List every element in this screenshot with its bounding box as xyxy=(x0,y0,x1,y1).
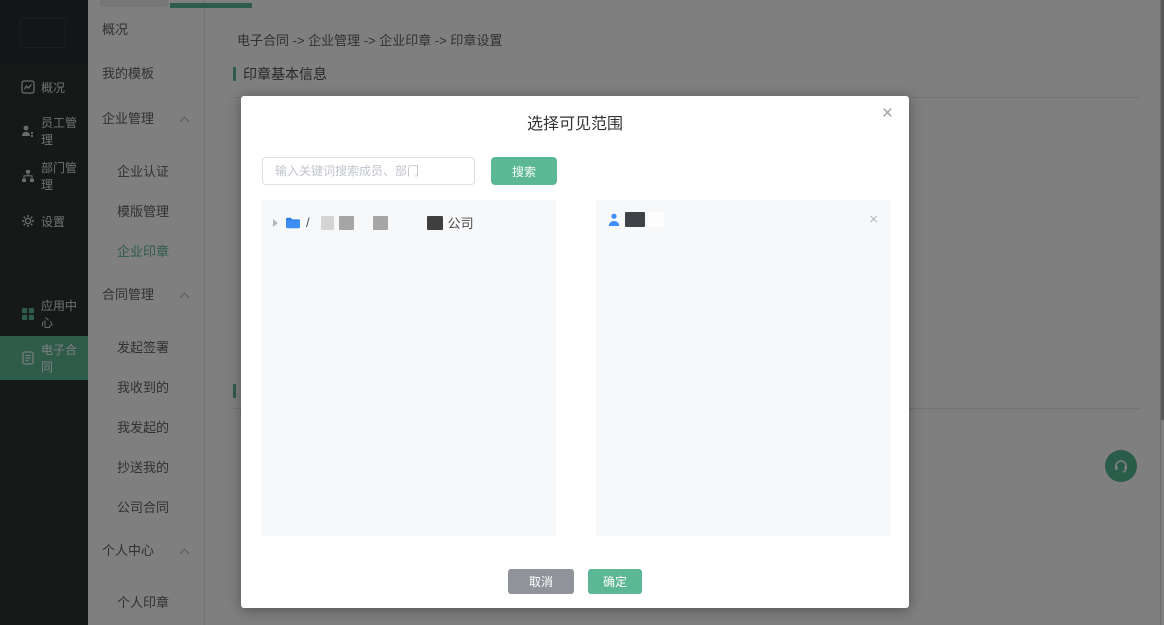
org-tree-panel: / 公司 xyxy=(261,200,556,536)
dialog-title: 选择可见范围 xyxy=(241,110,909,134)
tree-node-suffix: 公司 xyxy=(448,213,474,232)
redacted-text xyxy=(339,216,354,230)
confirm-button[interactable]: 确定 xyxy=(588,569,642,594)
remove-member-icon[interactable]: × xyxy=(869,212,878,227)
search-button[interactable]: 搜索 xyxy=(491,157,557,185)
member-icon xyxy=(608,213,620,227)
redacted-text xyxy=(625,212,645,227)
selected-member-row: × xyxy=(596,200,890,239)
tree-node-prefix: / xyxy=(306,215,310,230)
cancel-button[interactable]: 取消 xyxy=(508,569,574,594)
redacted-text xyxy=(648,212,664,227)
app-window: 概况 员工管理 部门管理 设置 应用中心 电子合同 概况 我的模板 企业管理 企… xyxy=(0,0,1164,625)
search-input[interactable] xyxy=(262,157,475,185)
redacted-text xyxy=(427,216,443,230)
redacted-text xyxy=(373,216,388,230)
expand-caret-icon[interactable] xyxy=(273,219,278,227)
folder-icon xyxy=(285,216,301,230)
select-visible-range-dialog: 选择可见范围 × 搜索 / 公司 × xyxy=(241,96,909,608)
selected-members-panel: × xyxy=(596,200,890,536)
redacted-text xyxy=(321,216,334,230)
close-icon[interactable]: × xyxy=(882,104,893,123)
tree-node-company[interactable]: / 公司 xyxy=(261,200,556,245)
